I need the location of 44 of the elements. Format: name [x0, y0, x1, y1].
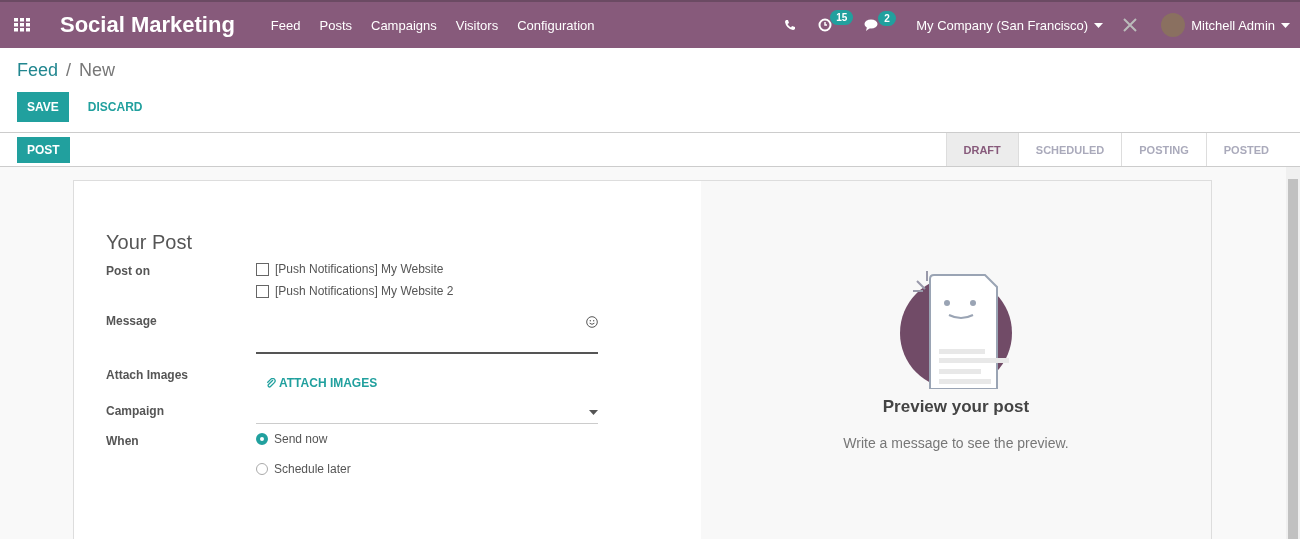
checkbox-option[interactable]: [Push Notifications] My Website 2 [256, 284, 598, 298]
breadcrumb-separator: / [66, 60, 72, 81]
scrollbar[interactable] [1286, 167, 1300, 539]
preview-title: Preview your post [882, 397, 1030, 417]
message-count-badge: 2 [878, 10, 896, 26]
smiley-icon[interactable] [586, 316, 598, 328]
caret-icon [589, 410, 598, 415]
field-label: Campaign [106, 403, 165, 420]
discard-button[interactable]: DISCARD [81, 99, 149, 115]
avatar [1161, 13, 1186, 37]
checkbox[interactable] [256, 284, 269, 298]
checkbox[interactable] [256, 262, 269, 276]
app-title: Social Marketing [60, 12, 235, 38]
field-label: Post on [106, 263, 151, 280]
field-label: Message [106, 313, 158, 330]
user-menu[interactable]: Mitchell Admin [1161, 13, 1290, 37]
paperclip-icon [266, 377, 276, 389]
activity-count-badge: 15 [830, 10, 854, 25]
form-title: Your Post [106, 231, 193, 254]
checkbox-option[interactable]: [Push Notifications] My Website [256, 262, 598, 276]
attach-images-button[interactable]: ATTACH IMAGES [256, 372, 388, 394]
apps-grid-icon[interactable] [14, 18, 30, 32]
caret-icon [1094, 22, 1104, 28]
radio-option[interactable]: Send now [256, 432, 598, 446]
radio-button[interactable] [256, 433, 268, 445]
clock-icon[interactable] [818, 18, 833, 32]
menu-item[interactable]: Campaigns [371, 17, 437, 33]
field-label: Attach Images [106, 367, 190, 384]
field-label: When [106, 433, 140, 450]
menu-item[interactable]: Visitors [455, 17, 499, 33]
company-switcher[interactable]: My Company (San Francisco) [916, 17, 1104, 33]
breadcrumb-current: New [79, 60, 116, 81]
menu-item[interactable]: Feed [270, 17, 301, 33]
preview-hint: Write a message to see the preview. [843, 435, 1069, 451]
phone-icon[interactable] [784, 19, 797, 31]
breadcrumb-link[interactable]: Feed [17, 60, 59, 81]
save-button[interactable]: SAVE [17, 92, 69, 122]
menu-item[interactable]: Configuration [517, 17, 595, 33]
radio-option[interactable]: Schedule later [256, 462, 598, 476]
status-stage[interactable]: DRAFT [945, 133, 1018, 166]
menu-item[interactable]: Posts [319, 17, 352, 33]
caret-icon [1281, 22, 1290, 28]
post-button[interactable]: POST [17, 136, 70, 163]
radio-button[interactable] [256, 463, 268, 475]
